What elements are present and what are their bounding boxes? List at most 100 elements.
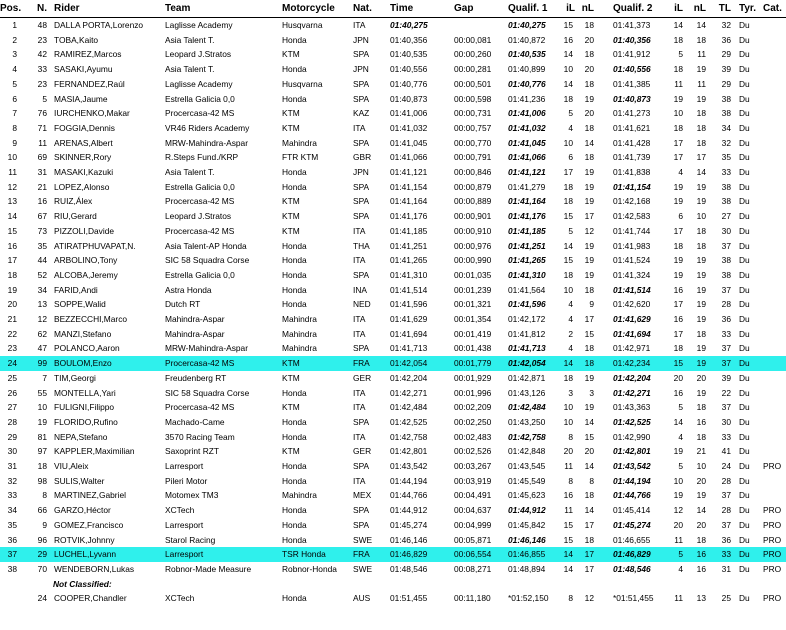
cell-qualif2: 01:41,373	[613, 20, 651, 30]
col-header-tl: TL	[718, 3, 731, 14]
cell-nl1: 18	[584, 358, 594, 369]
cell-rider: MASIA,Jaume	[54, 93, 108, 104]
cell-il1: 14	[563, 240, 573, 251]
cell-number: 99	[37, 358, 47, 369]
cell-gap: 00:02,250	[454, 416, 492, 427]
cell-tyre: Du	[739, 490, 750, 501]
cell-team: Procercasa-42 MS	[165, 108, 235, 119]
cell-nl1: 18	[584, 152, 594, 163]
cell-il1: 3	[568, 387, 573, 398]
cell-motorcycle: Honda	[282, 431, 307, 442]
cell-nat: SWE	[353, 534, 373, 545]
cell-pos: 24	[7, 358, 17, 369]
cell-motorcycle: TSR Honda	[282, 549, 326, 560]
cell-pos: 21	[7, 314, 17, 324]
cell-pos: 3	[12, 49, 17, 60]
cell-nl1: 18	[584, 490, 594, 501]
cell-nl1: 14	[584, 505, 594, 516]
cell-motorcycle: Mahindra	[282, 343, 317, 354]
cell-qualif1: 01:41,596	[508, 299, 546, 310]
cell-tl: 38	[721, 181, 731, 192]
cell-tl: 37	[721, 519, 731, 530]
cell-nl2: 19	[696, 358, 706, 369]
cell-motorcycle: KTM	[282, 225, 300, 236]
cell-motorcycle: Honda	[282, 461, 307, 471]
col-header-gap: Gap	[454, 3, 474, 14]
cell-time: 01:46,146	[390, 534, 428, 545]
cell-team: Dutch RT	[165, 299, 201, 310]
cell-time: 01:41,310	[390, 269, 428, 280]
cell-gap: 00:01,996	[454, 387, 492, 398]
cell-team: SIC 58 Squadra Corse	[165, 255, 250, 266]
cell-pos: 7	[12, 108, 17, 119]
cell-number: 69	[37, 152, 47, 163]
cell-tyre: Du	[739, 64, 750, 75]
col-header-motorcycle: Motorcycle	[282, 3, 335, 14]
cell-tl: 33	[721, 167, 731, 177]
cell-rider: MONTELLA,Yari	[54, 387, 116, 398]
cell-number: 33	[37, 64, 47, 75]
cell-time: 01:41,176	[390, 211, 428, 222]
cell-pos: 36	[7, 534, 17, 545]
cell-qualif2: 01:43,542	[613, 461, 651, 471]
cell-rider: LUCHEL,Lyvann	[54, 549, 117, 560]
cell-tl: 37	[721, 490, 731, 501]
cell-time: 01:41,596	[390, 299, 428, 310]
cell-il1: 2	[568, 328, 573, 339]
cell-tyre: Du	[739, 446, 750, 457]
table-row: 1 48 DALLA PORTA,Lorenzo Laglisse Academy Hu…	[0, 18, 786, 33]
cell-number: 34	[37, 284, 47, 295]
cell-team: MRW-Mahindra-Aspar	[165, 137, 248, 148]
cell-category: PRO	[763, 534, 782, 545]
cell-qualif2: 01:41,154	[613, 181, 651, 192]
cell-nl1: 19	[584, 255, 594, 266]
cell-tl: 38	[721, 196, 731, 207]
cell-il2: 16	[673, 314, 683, 324]
cell-number: 11	[38, 137, 47, 148]
cell-time: 01:41,032	[390, 122, 428, 133]
cell-il2: 20	[673, 519, 683, 530]
cell-tyre: Du	[739, 549, 750, 560]
cell-nl2: 20	[696, 372, 706, 383]
table-row: 34 66 GARZO,Héctor XCTech Honda SPA 01:44,912 0…	[0, 503, 786, 518]
cell-nl2: 18	[696, 534, 706, 545]
cell-motorcycle: Honda	[282, 416, 307, 427]
cell-team: Larresport	[165, 461, 204, 471]
cell-motorcycle: Robnor-Honda	[282, 563, 337, 574]
cell-nl2: 18	[696, 108, 706, 119]
cell-number: 70	[37, 563, 47, 574]
cell-number: 9	[42, 519, 47, 530]
cell-motorcycle: KTM	[282, 372, 300, 383]
cell-qualif1: 01:41,121	[508, 167, 546, 177]
cell-pos: 20	[7, 299, 17, 310]
cell-nl1: 18	[584, 49, 594, 60]
cell-qualif1: 01:41,185	[508, 225, 546, 236]
cell-motorcycle: KTM	[282, 49, 300, 60]
cell-motorcycle: Honda	[282, 519, 307, 530]
cell-gap: 00:02,483	[454, 431, 492, 442]
cell-qualif1: 01:42,871	[508, 372, 546, 383]
cell-rider: SASAKI,Ayumu	[54, 64, 113, 75]
cell-nat: SPA	[353, 49, 370, 60]
table-row: 6 5 MASIA,Jaume Estrella Galicia 0,0 Honda SP…	[0, 92, 786, 107]
cell-nl2: 13	[696, 593, 706, 604]
cell-tyre: Du	[739, 563, 750, 574]
cell-il1: 5	[568, 108, 573, 119]
cell-rider: SOPPE,Walid	[54, 299, 106, 310]
cell-rider: KAPPLER,Maximilian	[54, 446, 135, 457]
cell-team: Leopard J.Stratos	[165, 49, 232, 60]
cell-nl1: 17	[584, 314, 594, 324]
cell-team: Freudenberg RT	[165, 372, 227, 383]
cell-nl2: 14	[696, 505, 706, 516]
cell-il1: 20	[563, 446, 573, 457]
cell-qualif1: 01:46,146	[508, 534, 546, 545]
cell-nat: SPA	[353, 137, 370, 148]
cell-qualif2: 01:42,168	[613, 196, 651, 207]
cell-gap: 00:00,889	[454, 196, 492, 207]
cell-nl1: 15	[584, 328, 594, 339]
cell-number: 18	[37, 461, 47, 471]
cell-qualif2: 01:41,739	[613, 152, 651, 163]
cell-rider: ALCOBA,Jeremy	[54, 269, 118, 280]
cell-qualif1: 01:43,545	[508, 461, 546, 471]
cell-category: PRO	[763, 563, 782, 574]
